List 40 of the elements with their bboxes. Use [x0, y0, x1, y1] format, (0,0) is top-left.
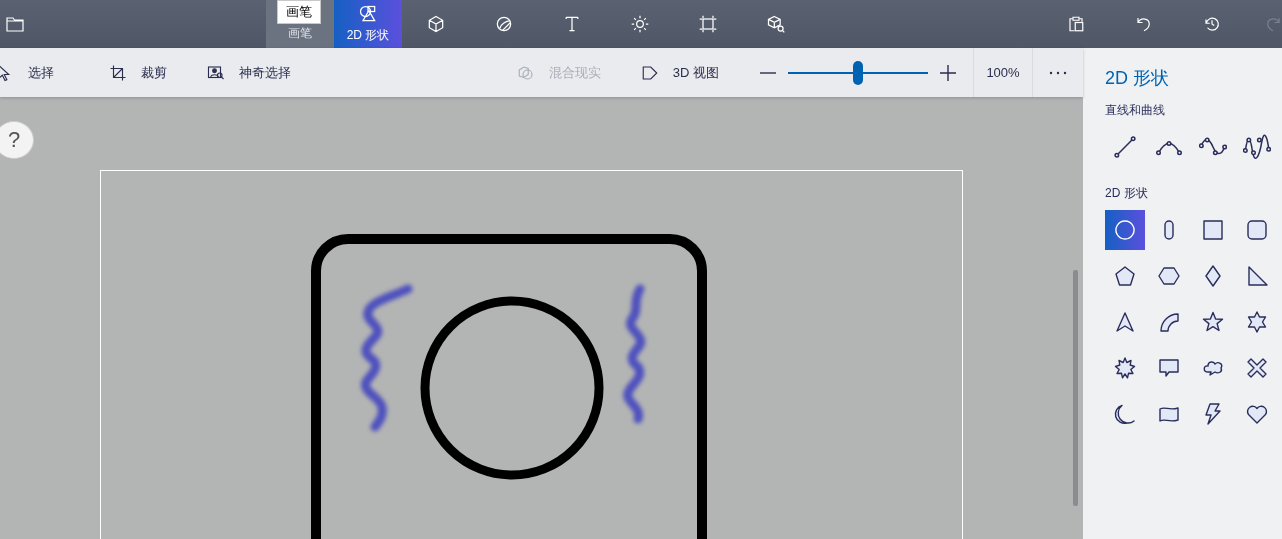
star-icon	[1201, 310, 1225, 334]
line-icon	[1111, 133, 1139, 161]
slider-thumb[interactable]	[853, 60, 863, 85]
burst-icon	[1113, 356, 1137, 380]
pentagon-icon	[1113, 264, 1137, 288]
sun-icon	[630, 14, 650, 34]
tooltip: 画笔	[277, 0, 321, 24]
cross-icon	[1245, 356, 1269, 380]
arc-icon	[1157, 310, 1181, 334]
mixed-reality-icon	[516, 63, 535, 82]
view-3d-icon	[640, 63, 659, 82]
more-icon	[1049, 70, 1067, 75]
panel-title: 2D 形状	[1105, 67, 1170, 90]
zoom-in-icon[interactable]	[939, 63, 957, 82]
tool-tab[interactable]: 2D 形状	[334, 0, 402, 48]
scrollbar[interactable]	[1073, 270, 1078, 506]
section-title: 直线和曲线	[1105, 102, 1166, 119]
circle-icon	[1113, 218, 1137, 242]
canvas-icon	[698, 14, 718, 34]
library-icon	[766, 14, 786, 34]
square-icon	[1201, 218, 1225, 242]
section-title: 2D 形状	[1105, 185, 1149, 202]
arrowhead-icon	[1113, 310, 1137, 334]
crop-icon	[109, 63, 127, 82]
cube-icon	[426, 14, 446, 34]
sticker-icon	[494, 14, 514, 34]
help-button[interactable]: ?	[0, 121, 34, 159]
tool-button[interactable]: 裁剪	[109, 48, 167, 97]
shape-button[interactable]	[1105, 210, 1145, 250]
tool-button[interactable]: 选择	[0, 48, 54, 97]
folder-icon	[6, 16, 24, 32]
moon-icon	[1113, 402, 1137, 426]
tool-button[interactable]: 神奇选择	[207, 48, 291, 97]
six-point-star-icon	[1245, 310, 1269, 334]
hexagon-icon	[1157, 264, 1181, 288]
shapes-icon	[358, 4, 378, 24]
triangle-icon	[1245, 264, 1269, 288]
tool-button[interactable]: 3D 视图	[640, 48, 719, 97]
double-wave-icon	[1243, 133, 1271, 161]
magic-select-icon	[207, 63, 225, 82]
